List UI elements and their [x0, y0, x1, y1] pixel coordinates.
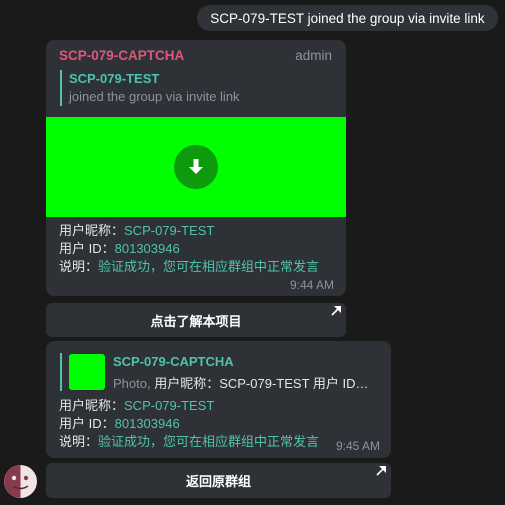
user-id-value[interactable]: 801303946 — [115, 241, 180, 256]
message-text: 用户昵称：SCP-079-TEST 用户 ID：801303946 说明：验证成… — [59, 222, 319, 276]
user-id-line: 用户 ID：801303946 — [59, 240, 319, 258]
quote-title: SCP-079-TEST — [69, 71, 160, 86]
download-icon — [189, 159, 203, 174]
reply-thumbnail — [69, 354, 105, 390]
service-message-text: SCP-079-TEST joined the group via invite… — [210, 10, 485, 26]
download-button[interactable] — [174, 145, 218, 189]
description-label: 说明： — [59, 434, 99, 449]
message-bubble-reply[interactable]: SCP-079-CAPTCHA Photo, 用户昵称：SCP-079-TEST… — [46, 341, 391, 458]
reply-snippet: Photo, 用户昵称：SCP-079-TEST 用户 ID：… — [113, 373, 375, 392]
description-line: 说明：验证成功，您可在相应群组中正常发言 — [59, 258, 319, 276]
service-quote[interactable]: SCP-079-TEST joined the group via invite… — [60, 70, 330, 106]
chat-view: SCP-079-TEST joined the group via invite… — [0, 0, 505, 505]
reply-preview[interactable]: SCP-079-CAPTCHA Photo, 用户昵称：SCP-079-TEST… — [60, 353, 380, 391]
message-time: 9:44 AM — [289, 278, 334, 292]
nickname-line: 用户昵称：SCP-079-TEST — [59, 222, 319, 240]
message-time: 9:45 AM — [335, 439, 380, 453]
message-text: 用户昵称：SCP-079-TEST 用户 ID：801303946 说明：验证成… — [59, 397, 319, 451]
learn-about-project-button[interactable]: 点击了解本项目 — [46, 303, 346, 337]
description-value: 验证成功，您可在相应群组中正常发言 — [98, 434, 320, 449]
photo-media[interactable] — [46, 117, 346, 217]
description-line: 说明：验证成功，您可在相应群组中正常发言 — [59, 433, 319, 451]
quote-subtitle: joined the group via invite link — [69, 89, 240, 104]
arrow-up-right-icon — [331, 306, 341, 316]
avatar-icon — [4, 465, 37, 498]
keyboard-button-label: 点击了解本项目 — [150, 313, 242, 329]
reply-title: SCP-079-CAPTCHA — [113, 354, 234, 369]
user-id-value[interactable]: 801303946 — [115, 416, 180, 431]
return-to-group-button[interactable]: 返回原群组 — [46, 463, 391, 498]
user-id-label: 用户 ID： — [59, 241, 115, 256]
admin-badge: admin — [295, 48, 332, 63]
keyboard-button-label: 返回原群组 — [185, 474, 251, 489]
service-message: SCP-079-TEST joined the group via invite… — [197, 5, 498, 31]
nickname-label: 用户昵称： — [59, 398, 125, 413]
user-id-line: 用户 ID：801303946 — [59, 415, 319, 433]
message-bubble-photo[interactable]: SCP-079-CAPTCHA admin SCP-079-TEST joine… — [46, 40, 346, 296]
reply-snippet-text: 用户昵称：SCP-079-TEST 用户 ID：… — [150, 376, 375, 391]
arrow-up-right-icon — [376, 466, 386, 476]
description-value: 验证成功，您可在相应群组中正常发言 — [98, 259, 320, 274]
reply-kind: Photo, — [113, 376, 151, 391]
avatar[interactable] — [4, 465, 37, 498]
nickname-value: SCP-079-TEST — [124, 398, 215, 413]
nickname-line: 用户昵称：SCP-079-TEST — [59, 397, 319, 415]
nickname-value: SCP-079-TEST — [124, 223, 215, 238]
user-id-label: 用户 ID： — [59, 416, 115, 431]
nickname-label: 用户昵称： — [59, 223, 125, 238]
description-label: 说明： — [59, 259, 99, 274]
sender-name[interactable]: SCP-079-CAPTCHA — [59, 48, 184, 63]
